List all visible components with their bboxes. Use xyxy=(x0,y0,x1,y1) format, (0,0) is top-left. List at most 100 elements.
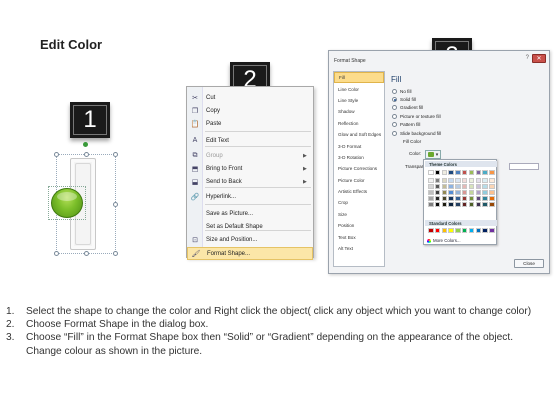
nav-item-picture-color[interactable]: Picture Color xyxy=(334,175,384,186)
fill-option-no-fill[interactable]: No fill xyxy=(392,87,412,95)
nav-item-size[interactable]: Size xyxy=(334,209,384,220)
color-swatch[interactable] xyxy=(428,228,434,233)
nav-item-fill[interactable]: Fill xyxy=(334,72,384,84)
color-swatch[interactable] xyxy=(441,178,448,183)
color-swatch[interactable] xyxy=(461,184,468,189)
color-swatch[interactable] xyxy=(434,184,441,189)
color-swatch[interactable] xyxy=(455,178,461,183)
color-swatch[interactable] xyxy=(448,170,454,175)
radio-button[interactable] xyxy=(392,122,397,128)
radio-button[interactable] xyxy=(392,105,397,111)
nav-item-alt-text[interactable]: Alt Text xyxy=(334,243,384,254)
resize-handle[interactable] xyxy=(84,251,89,256)
color-swatch[interactable] xyxy=(441,196,448,201)
color-swatch[interactable] xyxy=(455,184,461,189)
color-swatch[interactable] xyxy=(468,178,475,183)
radio-button[interactable] xyxy=(392,113,397,119)
nav-item-artistic-effects[interactable]: Artistic Effects xyxy=(334,186,384,197)
color-swatch[interactable] xyxy=(475,184,482,189)
menu-item-bring-to-front[interactable]: ⬒ Bring to Front ▶ xyxy=(187,162,313,175)
fill-option-slide-background-fill[interactable]: Slide background fill xyxy=(392,129,441,137)
color-swatch[interactable] xyxy=(489,228,495,233)
menu-item-cut[interactable]: ✂ Cut xyxy=(187,91,313,104)
color-swatch[interactable] xyxy=(455,202,461,207)
color-swatch[interactable] xyxy=(434,190,441,195)
color-swatch[interactable] xyxy=(428,196,434,201)
color-swatch[interactable] xyxy=(489,184,495,189)
nav-item-shadow[interactable]: Shadow xyxy=(334,106,384,117)
color-swatch[interactable] xyxy=(482,178,488,183)
color-swatch[interactable] xyxy=(461,170,468,175)
color-swatch[interactable] xyxy=(475,178,482,183)
color-swatch[interactable] xyxy=(434,196,441,201)
menu-item-size-and-position[interactable]: ⊡ Size and Position... xyxy=(187,233,313,246)
color-swatch[interactable] xyxy=(468,202,475,207)
color-swatch[interactable] xyxy=(428,170,434,175)
more-colors-button[interactable]: More Colors... xyxy=(427,238,461,243)
color-swatch[interactable] xyxy=(428,178,434,183)
resize-handle[interactable] xyxy=(84,152,89,157)
color-swatch[interactable] xyxy=(489,170,495,175)
color-swatch[interactable] xyxy=(482,228,488,233)
color-swatch[interactable] xyxy=(468,196,475,201)
fill-option-solid-fill[interactable]: Solid fill xyxy=(392,95,416,103)
close-icon[interactable]: ✕ xyxy=(532,54,546,63)
radio-button[interactable] xyxy=(392,96,397,102)
close-button[interactable]: Close xyxy=(514,259,544,268)
resize-handle[interactable] xyxy=(113,202,118,207)
color-swatch[interactable] xyxy=(428,202,434,207)
menu-item-send-to-back[interactable]: ⬓ Send to Back ▶ xyxy=(187,175,313,188)
color-swatch[interactable] xyxy=(441,184,448,189)
nav-item-crop[interactable]: Crop xyxy=(334,197,384,208)
color-swatch[interactable] xyxy=(461,196,468,201)
menu-item-hyperlink[interactable]: 🔗 Hyperlink... xyxy=(187,190,313,203)
nav-item-picture-corrections[interactable]: Picture Corrections xyxy=(334,163,384,174)
green-circle-shape[interactable] xyxy=(51,188,83,218)
color-swatch[interactable] xyxy=(482,202,488,207)
nav-item-3-d-format[interactable]: 3-D Format xyxy=(334,140,384,151)
fill-option-picture-or-texture-fill[interactable]: Picture or texture fill xyxy=(392,112,441,120)
fill-option-gradient-fill[interactable]: Gradient fill xyxy=(392,104,423,112)
rotation-handle[interactable] xyxy=(83,142,88,147)
color-swatch[interactable] xyxy=(455,170,461,175)
color-swatch[interactable] xyxy=(434,228,441,233)
color-swatch[interactable] xyxy=(468,184,475,189)
color-swatch[interactable] xyxy=(448,190,454,195)
color-swatch[interactable] xyxy=(428,190,434,195)
radio-button[interactable] xyxy=(392,88,397,94)
color-swatch[interactable] xyxy=(448,196,454,201)
resize-handle[interactable] xyxy=(54,251,59,256)
color-swatch[interactable] xyxy=(434,170,441,175)
menu-item-save-as-picture[interactable]: Save as Picture... xyxy=(187,207,313,220)
color-swatch[interactable] xyxy=(461,178,468,183)
color-swatch[interactable] xyxy=(468,190,475,195)
color-swatch[interactable] xyxy=(455,196,461,201)
menu-item-copy[interactable]: ❐ Copy xyxy=(187,104,313,117)
color-swatch[interactable] xyxy=(448,184,454,189)
menu-item-set-as-default-shape[interactable]: Set as Default Shape xyxy=(187,220,313,233)
nav-item-3-d-rotation[interactable]: 3-D Rotation xyxy=(334,152,384,163)
resize-handle[interactable] xyxy=(54,152,59,157)
color-swatch[interactable] xyxy=(434,202,441,207)
resize-handle[interactable] xyxy=(113,251,118,256)
color-swatch[interactable] xyxy=(475,228,482,233)
color-swatch[interactable] xyxy=(441,228,448,233)
color-swatch[interactable] xyxy=(428,184,434,189)
radio-button[interactable] xyxy=(392,130,397,136)
color-swatch[interactable] xyxy=(475,170,482,175)
fill-option-pattern-fill[interactable]: Pattern fill xyxy=(392,121,420,129)
color-swatch[interactable] xyxy=(441,202,448,207)
transparency-input[interactable] xyxy=(509,163,539,170)
nav-item-line-style[interactable]: Line Style xyxy=(334,95,384,106)
color-picker-button[interactable]: ▾ xyxy=(425,150,441,159)
color-swatch[interactable] xyxy=(441,170,448,175)
color-swatch[interactable] xyxy=(482,184,488,189)
color-swatch[interactable] xyxy=(475,202,482,207)
color-swatch[interactable] xyxy=(489,196,495,201)
color-swatch[interactable] xyxy=(468,170,475,175)
menu-item-format-shape[interactable]: 🖌 Format Shape... xyxy=(187,247,313,260)
color-swatch[interactable] xyxy=(448,228,454,233)
help-icon[interactable]: ? xyxy=(526,55,529,61)
color-swatch[interactable] xyxy=(489,178,495,183)
color-swatch[interactable] xyxy=(461,190,468,195)
